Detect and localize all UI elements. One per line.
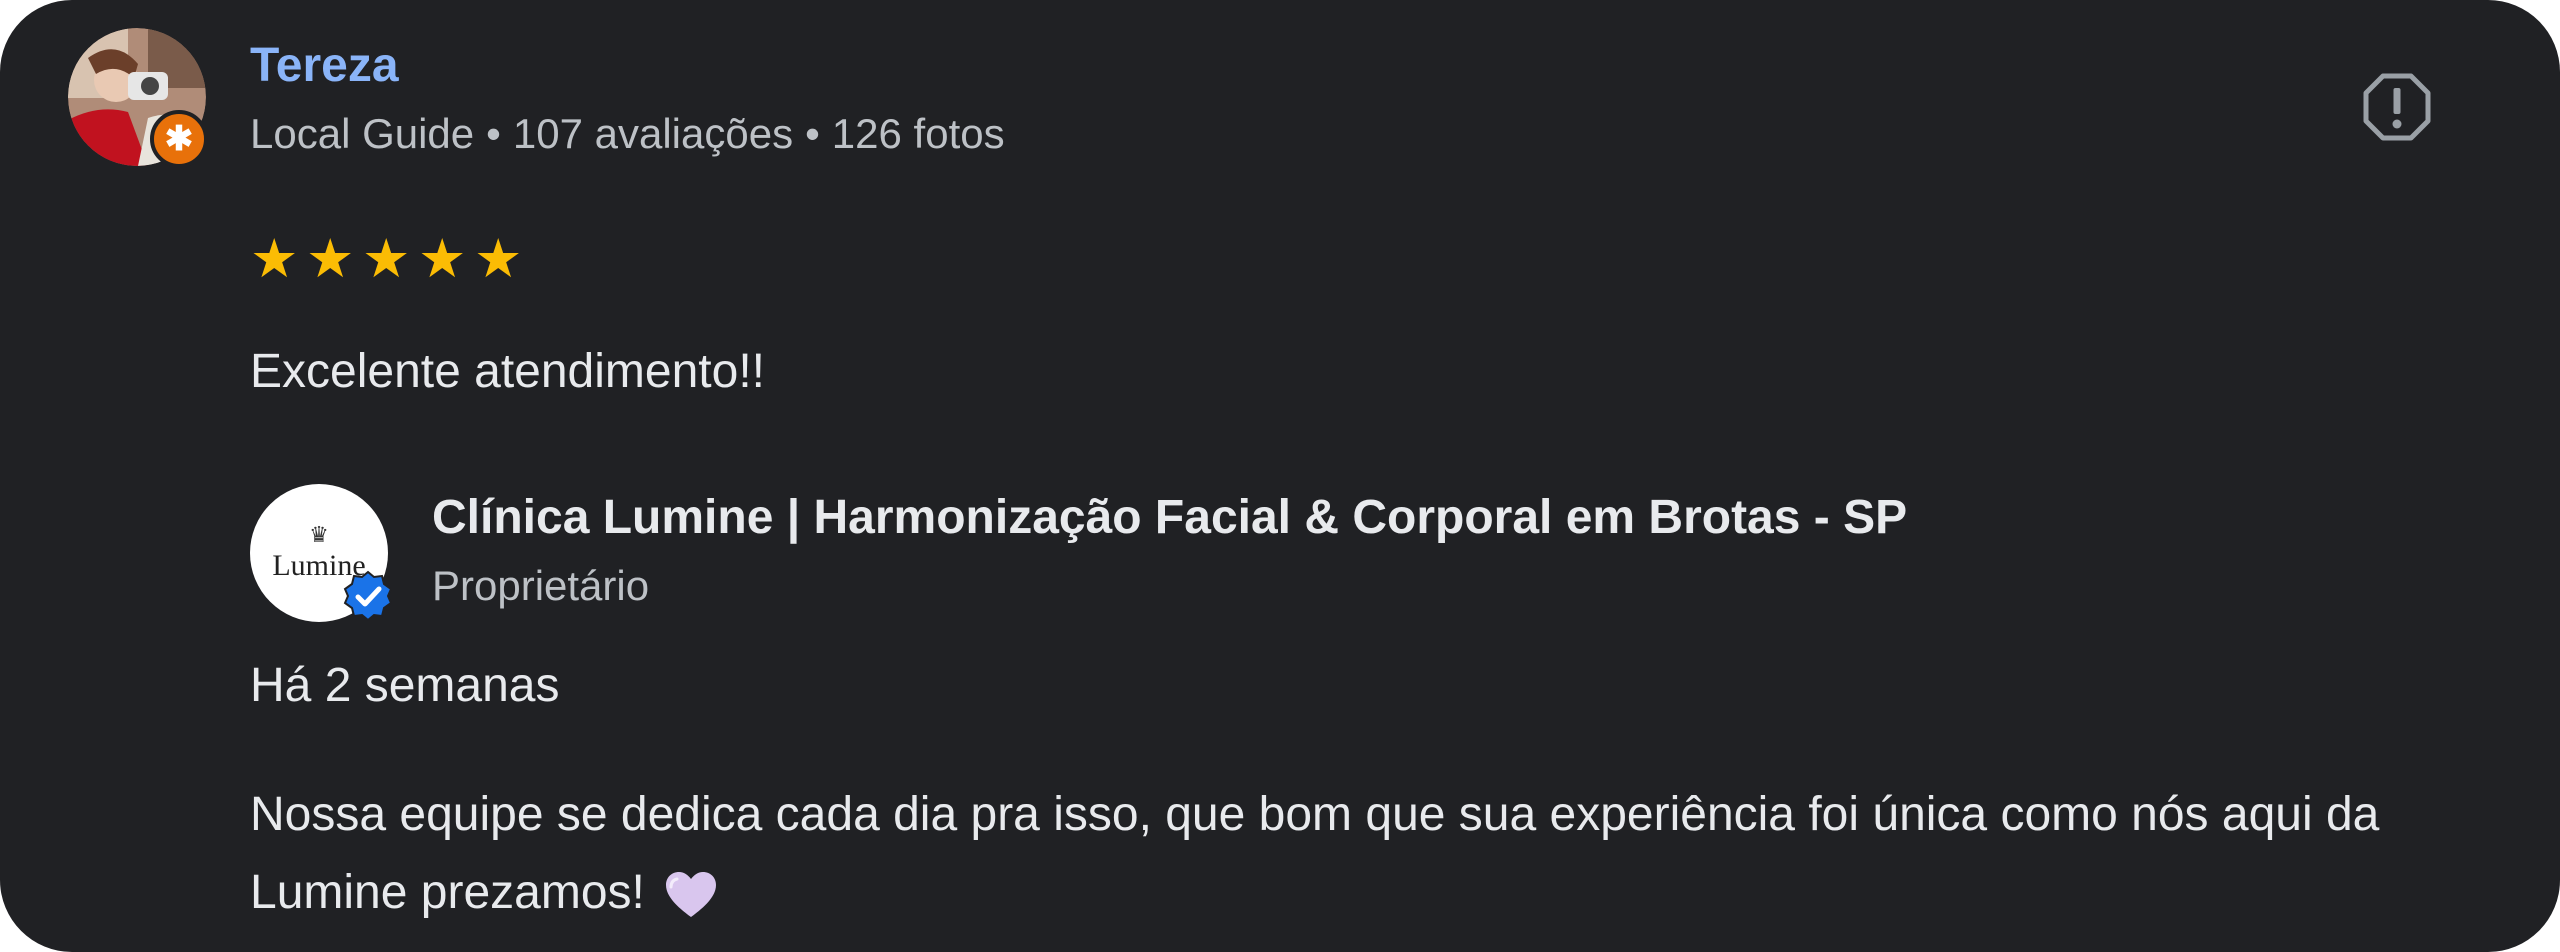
local-guide-badge-icon: ✱ [150, 110, 208, 168]
review-text: Excelente atendimento!! [250, 345, 765, 398]
photos-count: 126 fotos [831, 110, 1005, 157]
owner-avatar[interactable]: ♛ Lumine [250, 484, 393, 622]
star-icon: ★ [474, 229, 523, 289]
reviewer-meta: Local Guide • 107 avaliações • 126 fotos [250, 110, 1005, 158]
star-icon: ★ [362, 229, 411, 289]
crown-icon: ♛ [309, 523, 329, 548]
review-card: ✱ Tereza Local Guide • 107 avaliações • 126 … [0, 0, 2560, 952]
heart-emoji-icon [665, 872, 716, 918]
reply-date: Há 2 semanas [250, 659, 560, 712]
reviews-count: 107 avaliações [512, 110, 794, 157]
meta-separator: • [486, 110, 501, 157]
owner-role: Proprietário [432, 562, 650, 609]
star-icon: ★ [250, 229, 299, 289]
report-flag-icon[interactable] [2362, 72, 2432, 142]
owner-name[interactable]: Clínica Lumine | Harmonização Facial & C… [432, 490, 1907, 545]
owner-reply: Nossa equipe se dedica cada dia pra isso… [250, 776, 2500, 932]
meta-separator: • [805, 110, 820, 157]
local-guide-label: Local Guide [250, 110, 475, 157]
reviewer-name[interactable]: Tereza [250, 38, 399, 93]
star-icon: ★ [306, 229, 355, 289]
reviewer-avatar[interactable]: ✱ [68, 28, 208, 168]
verified-check-icon [343, 570, 393, 622]
star-icon: ★ [418, 229, 467, 289]
star-rating: ★ ★ ★ ★ ★ [250, 232, 526, 286]
reply-text: Nossa equipe se dedica cada dia pra isso… [250, 788, 2380, 919]
